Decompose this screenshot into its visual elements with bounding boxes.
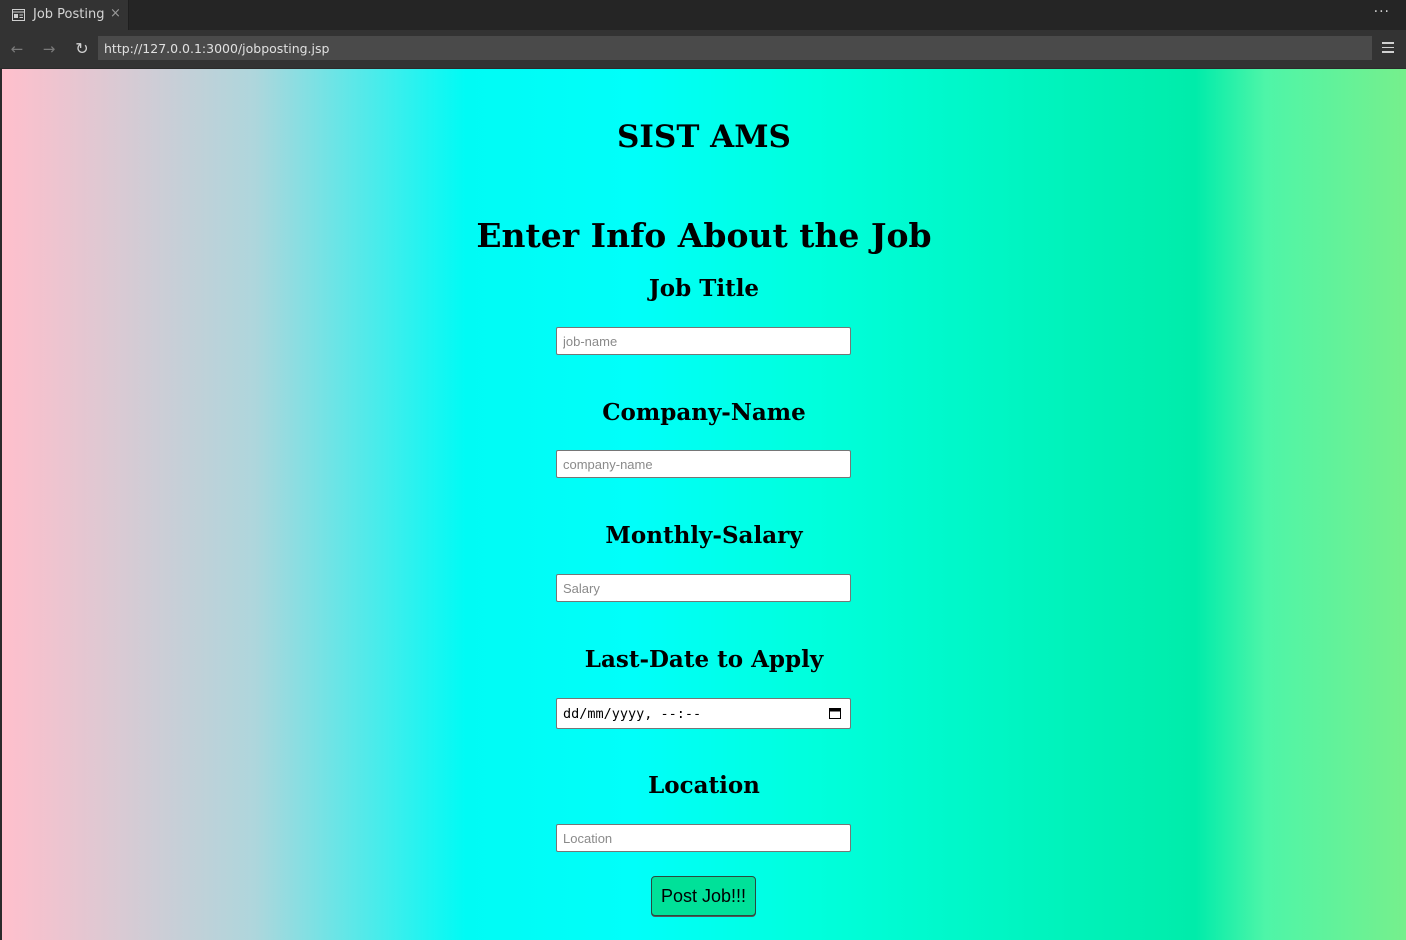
job-title-input[interactable] xyxy=(556,327,851,355)
back-arrow-icon[interactable]: ← xyxy=(7,39,27,59)
forward-arrow-icon[interactable]: → xyxy=(39,39,59,59)
site-title: SIST AMS xyxy=(617,119,791,155)
company-name-label: Company-Name xyxy=(602,399,806,426)
last-date-label: Last-Date to Apply xyxy=(584,646,824,673)
reload-icon[interactable]: ↻ xyxy=(72,39,92,59)
hamburger-menu-icon[interactable] xyxy=(1382,39,1396,59)
location-label: Location xyxy=(648,772,760,799)
post-job-button[interactable]: Post Job!!! xyxy=(651,876,756,916)
last-date-input[interactable] xyxy=(556,698,851,729)
location-input[interactable] xyxy=(556,824,851,852)
url-input[interactable] xyxy=(98,36,1372,60)
page-content: SIST AMS Enter Info About the Job Job Ti… xyxy=(2,69,1406,940)
salary-input[interactable] xyxy=(556,574,851,602)
page-icon xyxy=(12,9,25,21)
company-name-input[interactable] xyxy=(556,450,851,478)
tab-title: Job Posting xyxy=(33,7,105,22)
tab-bar: Job Posting × ··· xyxy=(0,0,1406,30)
job-title-label: Job Title xyxy=(648,275,760,302)
tab-job-posting[interactable]: Job Posting × xyxy=(0,0,129,30)
calendar-icon[interactable] xyxy=(829,707,841,719)
form-heading: Enter Info About the Job xyxy=(476,216,932,255)
more-options-icon[interactable]: ··· xyxy=(1374,4,1390,20)
close-icon[interactable]: × xyxy=(110,6,121,21)
address-bar[interactable] xyxy=(98,36,1372,60)
monthly-salary-label: Monthly-Salary xyxy=(605,522,803,549)
navigation-bar: ← → ↻ xyxy=(0,30,1406,68)
